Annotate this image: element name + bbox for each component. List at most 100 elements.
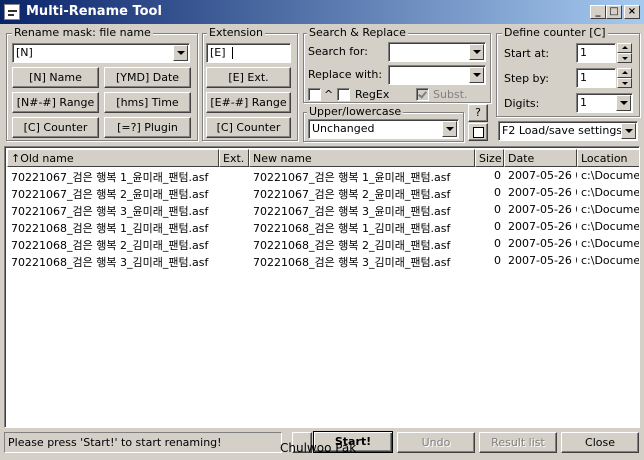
column-old-name[interactable]: ↑Old name xyxy=(7,149,219,167)
rename-mask-combo[interactable]: [N] xyxy=(12,43,190,63)
caret-label: ^ xyxy=(324,88,334,101)
watermark-text: Chulwoo Pak xyxy=(280,441,357,455)
column-location-label: Location xyxy=(581,152,628,165)
location-cell: c:\Document xyxy=(581,220,640,233)
column-location[interactable]: Location xyxy=(577,149,639,167)
new-name-cell: 70221067_검은 행복 1_윤미래_팬텀.asf xyxy=(253,171,451,184)
window-title: Multi-Rename Tool xyxy=(26,4,162,19)
case-sensitive-checkbox[interactable] xyxy=(308,88,321,101)
column-new-name-label: New name xyxy=(253,152,312,165)
location-cell: c:\Document xyxy=(581,186,640,199)
close-button[interactable]: Close xyxy=(561,432,639,453)
extension-label: Extension xyxy=(207,26,266,39)
chevron-down-icon[interactable] xyxy=(173,45,188,61)
load-save-settings-value: F2 Load/save settings xyxy=(502,124,623,137)
chevron-down-icon[interactable] xyxy=(616,95,631,111)
column-size[interactable]: Size xyxy=(475,149,504,167)
date-cell: 2007-05-26 0... xyxy=(508,169,577,182)
search-for-combo[interactable] xyxy=(388,42,486,62)
start-at-spinner[interactable] xyxy=(617,43,632,63)
column-date-label: Date xyxy=(508,152,535,165)
step-by-input[interactable]: 1 xyxy=(576,68,616,88)
load-save-settings-combo[interactable]: F2 Load/save settings xyxy=(498,121,638,141)
location-cell: c:\Document xyxy=(581,203,640,216)
column-size-label: Size xyxy=(479,152,502,165)
size-cell: 0 xyxy=(494,237,501,250)
size-cell: 0 xyxy=(494,186,501,199)
spin-down-icon[interactable] xyxy=(617,78,632,88)
counter-button[interactable]: [C] Counter xyxy=(12,117,99,138)
step-by-label: Step by: xyxy=(504,72,549,85)
minimize-button[interactable]: _ xyxy=(590,5,606,19)
undo-button[interactable]: Undo xyxy=(397,432,475,453)
counter-label: Define counter [C] xyxy=(502,26,608,39)
table-row[interactable]: 70221068_검은 행복 3_김미래_팬텀.asf 70221068_검은 … xyxy=(7,253,640,270)
chevron-down-icon[interactable] xyxy=(469,67,484,83)
new-name-cell: 70221067_검은 행복 3_윤미래_팬텀.asf xyxy=(253,205,451,218)
location-cell: c:\Document xyxy=(581,254,640,267)
date-cell: 2007-05-26 0... xyxy=(508,237,577,250)
old-name-cell: 70221067_검은 행복 3_윤미래_팬텀.asf xyxy=(11,205,209,218)
case-combo[interactable]: Unchanged xyxy=(308,119,459,139)
maximize-button[interactable]: □ xyxy=(606,5,622,19)
ext-range-button[interactable]: [E#-#] Range xyxy=(206,92,291,113)
subst-checkbox[interactable] xyxy=(416,88,429,101)
location-cell: c:\Document xyxy=(581,237,640,250)
ext-counter-button[interactable]: [C] Counter xyxy=(206,117,291,138)
chevron-down-icon[interactable] xyxy=(469,44,484,60)
status-bar: Please press 'Start!' to start renaming! xyxy=(4,432,282,453)
start-at-input[interactable]: 1 xyxy=(576,43,616,63)
case-value: Unchanged xyxy=(312,122,375,135)
edit-names-button[interactable] xyxy=(468,123,488,141)
regex-checkbox[interactable] xyxy=(337,88,350,101)
sort-arrow-icon: ↑ xyxy=(11,152,21,165)
old-name-cell: 70221068_검은 행복 2_김미래_팬텀.asf xyxy=(11,239,209,252)
digits-combo[interactable]: 1 xyxy=(576,93,633,113)
time-button[interactable]: [hms] Time xyxy=(104,92,191,113)
spin-up-icon[interactable] xyxy=(617,43,632,53)
result-list-button[interactable]: Result list xyxy=(479,432,557,453)
table-row[interactable]: 70221067_검은 행복 1_윤미래_팬텀.asf 70221067_검은 … xyxy=(7,168,640,185)
app-icon xyxy=(4,4,20,20)
chevron-down-icon[interactable] xyxy=(621,123,636,139)
old-name-cell: 70221068_검은 행복 1_김미래_팬텀.asf xyxy=(11,222,209,235)
new-name-cell: 70221068_검은 행복 1_김미래_팬텀.asf xyxy=(253,222,451,235)
column-date[interactable]: Date xyxy=(504,149,577,167)
name-button[interactable]: [N] Name xyxy=(12,67,99,88)
new-name-cell: 70221068_검은 행복 2_김미래_팬텀.asf xyxy=(253,239,451,252)
old-name-cell: 70221067_검은 행복 2_윤미래_팬텀.asf xyxy=(11,188,209,201)
text-cursor-icon xyxy=(232,47,234,59)
extension-input[interactable]: [E] xyxy=(206,43,291,63)
title-bar[interactable]: Multi-Rename Tool _ □ × xyxy=(0,0,644,24)
ext-button[interactable]: [E] Ext. xyxy=(206,67,291,88)
date-cell: 2007-05-26 0... xyxy=(508,186,577,199)
search-for-label: Search for: xyxy=(308,45,368,58)
table-row[interactable]: 70221068_검은 행복 1_김미래_팬텀.asf 70221068_검은 … xyxy=(7,219,640,236)
replace-with-combo[interactable] xyxy=(388,65,486,85)
size-cell: 0 xyxy=(494,169,501,182)
case-label: Upper/lowercase xyxy=(307,105,404,118)
new-name-cell: 70221067_검은 행복 2_윤미래_팬텀.asf xyxy=(253,188,451,201)
date-button[interactable]: [YMD] Date xyxy=(104,67,191,88)
table-row[interactable]: 70221068_검은 행복 2_김미래_팬텀.asf 70221068_검은 … xyxy=(7,236,640,253)
step-by-spinner[interactable] xyxy=(617,68,632,88)
digits-label: Digits: xyxy=(504,97,540,110)
spin-down-icon[interactable] xyxy=(617,53,632,63)
column-old-name-label: Old name xyxy=(20,152,74,165)
help-button[interactable]: ? xyxy=(468,104,488,122)
table-row[interactable]: 70221067_검은 행복 3_윤미래_팬텀.asf 70221067_검은 … xyxy=(7,202,640,219)
spin-up-icon[interactable] xyxy=(617,68,632,78)
plugin-button[interactable]: [=?] Plugin xyxy=(104,117,191,138)
rename-mask-value: [N] xyxy=(16,46,33,59)
new-name-cell: 70221068_검은 행복 3_김미래_팬텀.asf xyxy=(253,256,451,269)
column-ext[interactable]: Ext. xyxy=(219,149,249,167)
table-row[interactable]: 70221067_검은 행복 2_윤미래_팬텀.asf 70221067_검은 … xyxy=(7,185,640,202)
column-new-name[interactable]: New name xyxy=(249,149,475,167)
name-range-button[interactable]: [N#-#] Range xyxy=(12,92,99,113)
location-cell: c:\Document xyxy=(581,169,640,182)
chevron-down-icon[interactable] xyxy=(442,121,457,137)
file-list[interactable]: ↑Old name Ext. New name Size Date Locati… xyxy=(4,146,640,428)
date-cell: 2007-05-26 0... xyxy=(508,254,577,267)
close-window-button[interactable]: × xyxy=(624,5,640,19)
old-name-cell: 70221068_검은 행복 3_김미래_팬텀.asf xyxy=(11,256,209,269)
